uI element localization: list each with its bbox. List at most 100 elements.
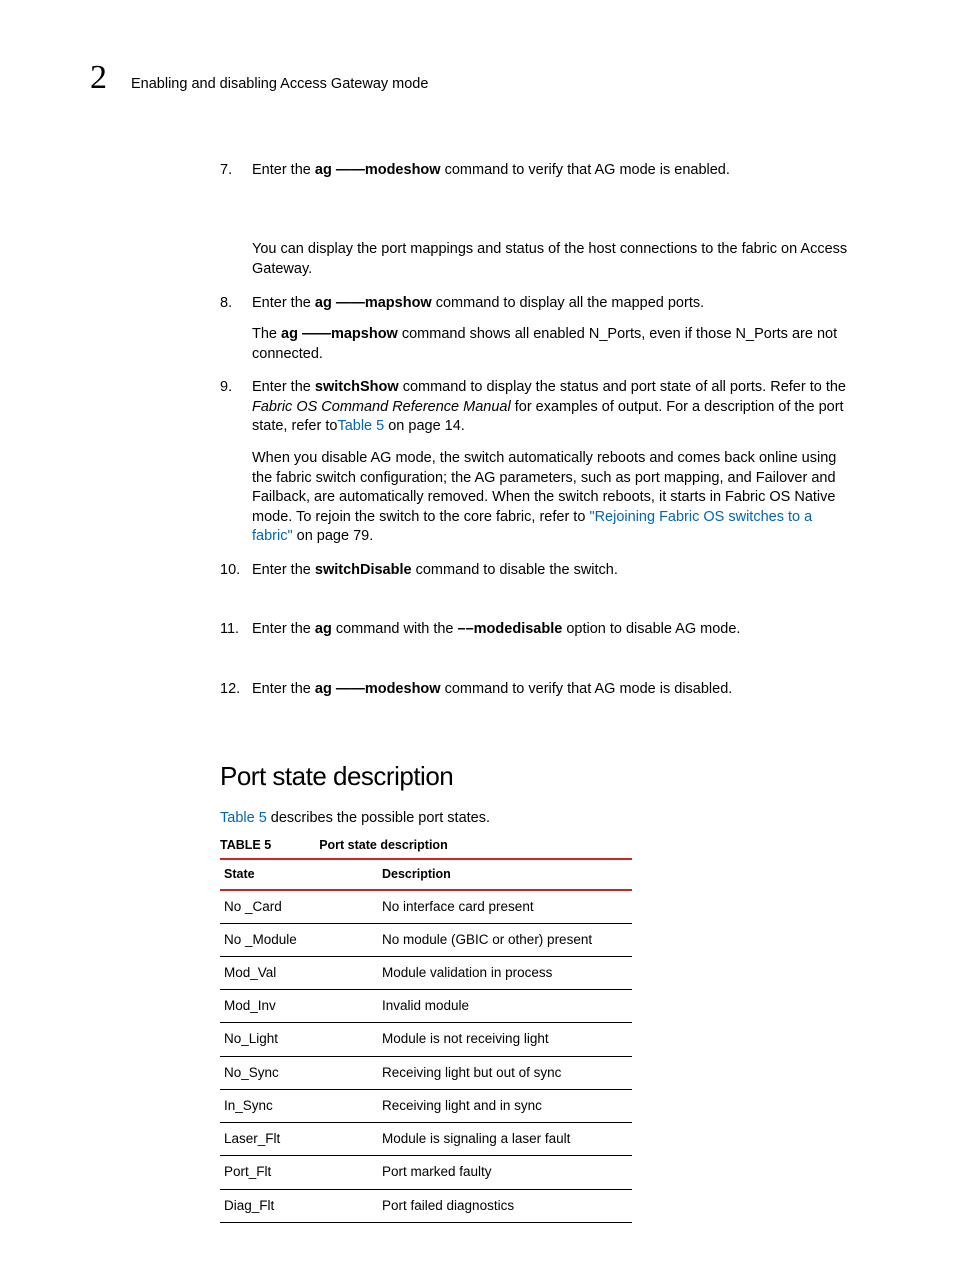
step-paragraph: Enter the switchDisable command to disab… <box>252 561 854 581</box>
table-row: In_SyncReceiving light and in sync <box>220 1089 632 1122</box>
section-title: Port state description <box>220 759 854 794</box>
text-run: switchShow <box>315 379 399 395</box>
text-run: option to disable AG mode. <box>562 621 740 637</box>
text-run: Enter the <box>252 379 315 395</box>
cell-state: No _Card <box>220 890 378 924</box>
section-intro: Table 5 describes the possible port stat… <box>220 809 854 829</box>
table-label: TABLE 5 <box>220 838 271 852</box>
text-run: ——mapshow <box>302 326 398 342</box>
step-number: 12. <box>220 680 252 700</box>
cell-description: No module (GBIC or other) present <box>378 923 632 956</box>
cell-state: Diag_Flt <box>220 1189 378 1222</box>
text-run: command to display the status and port s… <box>399 379 846 395</box>
text-run: on page 79. <box>293 528 374 544</box>
page-header: 2 Enabling and disabling Access Gateway … <box>90 55 864 101</box>
step-item: 12.Enter the ag ——modeshow command to ve… <box>220 680 854 700</box>
cell-description: Port failed diagnostics <box>378 1189 632 1222</box>
step-body: Enter the ag ——modeshow command to verif… <box>252 161 854 280</box>
text-run: ag <box>315 621 332 637</box>
table-row: Laser_FltModule is signaling a laser fau… <box>220 1123 632 1156</box>
step-number: 8. <box>220 294 252 365</box>
text-run: Enter the <box>252 162 315 178</box>
table-row: No_LightModule is not receiving light <box>220 1023 632 1056</box>
table-row: Mod_ValModule validation in process <box>220 956 632 989</box>
step-paragraph: Enter the ag command with the ––modedisa… <box>252 620 854 640</box>
table-row: No _CardNo interface card present <box>220 890 632 924</box>
text-run: ag <box>281 326 302 342</box>
table-caption: TABLE 5 Port state description <box>220 836 854 856</box>
step-number: 10. <box>220 561 252 581</box>
step-body: Enter the switchShow command to display … <box>252 378 854 547</box>
cross-reference-link[interactable]: Table 5 <box>337 418 384 434</box>
text-run: Fabric OS Command Reference Manual <box>252 399 511 415</box>
step-item: 11.Enter the ag command with the ––moded… <box>220 620 854 640</box>
step-number: 11. <box>220 620 252 640</box>
header-title: Enabling and disabling Access Gateway mo… <box>131 75 428 95</box>
table-row: Mod_InvInvalid module <box>220 990 632 1023</box>
step-number: 7. <box>220 161 252 280</box>
port-state-table: State Description No _CardNo interface c… <box>220 858 632 1223</box>
cell-description: Invalid module <box>378 990 632 1023</box>
text-run: You can display the port mappings and st… <box>252 241 847 277</box>
step-item: 10.Enter the switchDisable command to di… <box>220 561 854 581</box>
cell-description: Receiving light and in sync <box>378 1089 632 1122</box>
step-item: 7.Enter the ag ——modeshow command to ver… <box>220 161 854 280</box>
table-caption-text: Port state description <box>319 838 448 852</box>
text-run: command to disable the switch. <box>412 562 618 578</box>
table-header-row: State Description <box>220 859 632 890</box>
cell-state: Laser_Flt <box>220 1123 378 1156</box>
cell-state: No _Module <box>220 923 378 956</box>
chapter-number: 2 <box>90 55 107 101</box>
content-area: 7.Enter the ag ——modeshow command to ver… <box>220 161 854 1223</box>
step-body: Enter the ag command with the ––modedisa… <box>252 620 854 640</box>
cell-state: In_Sync <box>220 1089 378 1122</box>
procedure-steps: 7.Enter the ag ——modeshow command to ver… <box>220 161 854 700</box>
step-paragraph: Enter the ag ——modeshow command to verif… <box>252 161 854 181</box>
cell-description: Module is signaling a laser fault <box>378 1123 632 1156</box>
text-run: on page 14. <box>384 418 465 434</box>
step-body: Enter the ag ——mapshow command to displa… <box>252 294 854 365</box>
cell-state: Port_Flt <box>220 1156 378 1189</box>
text-run: ——modeshow <box>336 681 441 697</box>
text-run: The <box>252 326 281 342</box>
step-paragraph: Enter the ag ——mapshow command to displa… <box>252 294 854 314</box>
text-run: Enter the <box>252 562 315 578</box>
page-container: 2 Enabling and disabling Access Gateway … <box>0 0 954 1263</box>
cell-description: Port marked faulty <box>378 1156 632 1189</box>
step-item: 9.Enter the switchShow command to displa… <box>220 378 854 547</box>
cross-reference-link[interactable]: Table 5 <box>220 810 267 826</box>
cell-description: Module validation in process <box>378 956 632 989</box>
text-run: command with the <box>332 621 458 637</box>
table-row: Diag_FltPort failed diagnostics <box>220 1189 632 1222</box>
text-run: describes the possible port states. <box>267 810 490 826</box>
step-body: Enter the switchDisable command to disab… <box>252 561 854 581</box>
text-run: command to verify that AG mode is disabl… <box>441 681 733 697</box>
text-run: command to display all the mapped ports. <box>432 295 704 311</box>
text-run: ag <box>315 162 336 178</box>
step-paragraph: You can display the port mappings and st… <box>252 240 854 279</box>
col-desc: Description <box>378 859 632 890</box>
step-paragraph: When you disable AG mode, the switch aut… <box>252 449 854 547</box>
text-run: Enter the <box>252 621 315 637</box>
cell-description: Receiving light but out of sync <box>378 1056 632 1089</box>
step-paragraph: Enter the ag ——modeshow command to verif… <box>252 680 854 700</box>
step-item: 8.Enter the ag ——mapshow command to disp… <box>220 294 854 365</box>
text-run: ag <box>315 681 336 697</box>
text-run: switchDisable <box>315 562 412 578</box>
table-row: No _ModuleNo module (GBIC or other) pres… <box>220 923 632 956</box>
text-run: ——mapshow <box>336 295 432 311</box>
table-row: Port_FltPort marked faulty <box>220 1156 632 1189</box>
text-run: ag <box>315 295 336 311</box>
text-run: Enter the <box>252 295 315 311</box>
cell-state: Mod_Val <box>220 956 378 989</box>
cell-description: Module is not receiving light <box>378 1023 632 1056</box>
text-run: Enter the <box>252 681 315 697</box>
step-paragraph: The ag ——mapshow command shows all enabl… <box>252 325 854 364</box>
cell-state: Mod_Inv <box>220 990 378 1023</box>
cell-state: No_Light <box>220 1023 378 1056</box>
text-run: ––modedisable <box>458 621 563 637</box>
text-run: command to verify that AG mode is enable… <box>441 162 730 178</box>
text-run: ——modeshow <box>336 162 441 178</box>
cell-description: No interface card present <box>378 890 632 924</box>
step-paragraph: Enter the switchShow command to display … <box>252 378 854 437</box>
